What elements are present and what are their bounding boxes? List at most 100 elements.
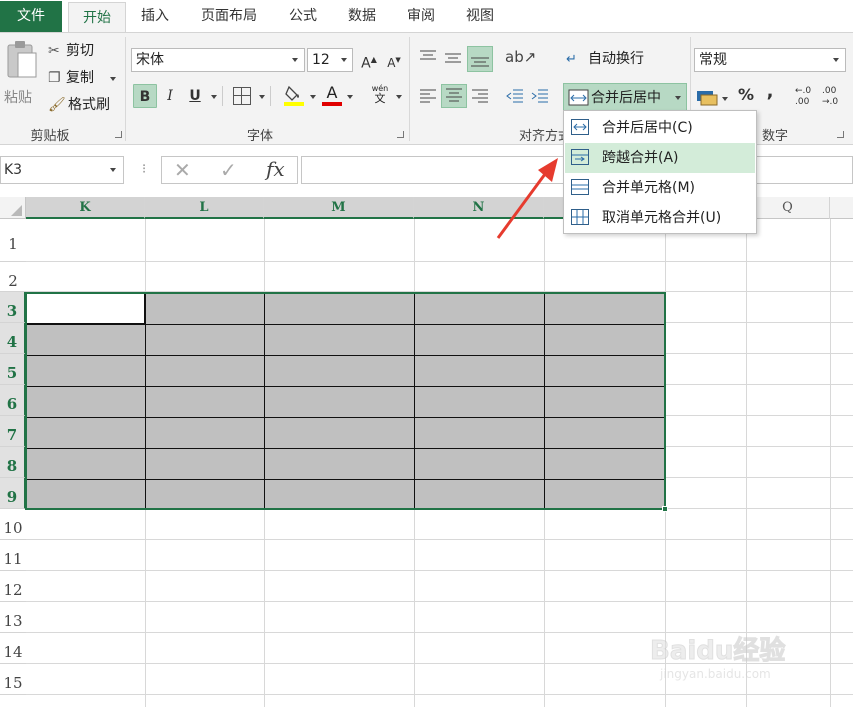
tab-insert[interactable]: 插入 xyxy=(130,1,180,32)
percent-button[interactable]: % xyxy=(736,85,756,109)
font-launcher-icon[interactable] xyxy=(397,131,404,138)
select-all-button[interactable] xyxy=(0,197,26,219)
decrease-indent-icon[interactable] xyxy=(505,86,525,106)
phonetic-button[interactable]: wén 文 xyxy=(369,84,391,110)
chevron-down-icon xyxy=(110,77,116,81)
selection-row-border xyxy=(27,417,664,418)
align-center-icon[interactable] xyxy=(441,84,467,108)
tab-data[interactable]: 数据 xyxy=(337,1,387,32)
selection-row-border xyxy=(27,355,664,356)
row-header-14[interactable]: 14 xyxy=(0,633,26,664)
row-header-15[interactable]: 15 xyxy=(0,664,26,695)
paste-button[interactable]: 粘贴 xyxy=(4,39,44,119)
ribbon-tab-bar: 文件 开始 插入 页面布局 公式 数据 审阅 视图 xyxy=(0,0,853,33)
scissors-icon: ✂ xyxy=(48,43,60,59)
chevron-down-icon[interactable] xyxy=(310,95,316,99)
active-cell[interactable] xyxy=(27,294,145,324)
brush-icon: 🖌 xyxy=(48,97,66,113)
chevron-down-icon xyxy=(675,96,681,100)
merge-center-button[interactable]: 合并后居中 xyxy=(563,83,687,111)
font-size-combo[interactable]: 12 xyxy=(307,48,353,72)
italic-button[interactable]: I xyxy=(158,84,182,108)
row-header-11[interactable]: 11 xyxy=(0,540,26,571)
chevron-down-icon[interactable] xyxy=(347,95,353,99)
decrease-decimal-button[interactable]: .00 →.0 xyxy=(822,86,846,112)
copy-icon: ❐ xyxy=(48,70,61,86)
selection-column-border xyxy=(544,294,545,508)
tab-home[interactable]: 开始 xyxy=(68,2,126,33)
tab-view[interactable]: 视图 xyxy=(455,1,505,32)
row-header-7[interactable]: 7 xyxy=(0,416,26,447)
clipboard-launcher-icon[interactable] xyxy=(115,131,122,138)
selection-row-border xyxy=(27,448,664,449)
menu-item-merge-center[interactable]: 合并后居中(C) xyxy=(565,113,755,143)
merge-dropdown-menu: 合并后居中(C) 跨越合并(A) 合并单元格(M) 取消单元格合并(U) xyxy=(563,110,757,234)
align-bottom-icon[interactable] xyxy=(467,46,493,72)
chevron-down-icon[interactable] xyxy=(722,97,728,101)
copy-button[interactable]: ❐ 复制 xyxy=(48,66,116,90)
paste-icon xyxy=(7,41,37,78)
chevron-down-icon xyxy=(341,58,347,62)
shrink-font-button[interactable]: A▼ xyxy=(382,48,406,72)
row-header-10[interactable]: 10 xyxy=(0,509,26,540)
column-header-l[interactable]: L xyxy=(145,197,264,219)
chevron-down-icon xyxy=(292,58,298,62)
cut-button[interactable]: ✂ 剪切 xyxy=(48,39,94,63)
insert-function-icon[interactable]: fx xyxy=(266,157,285,181)
column-header-k[interactable]: K xyxy=(26,197,145,219)
unmerge-cells-icon xyxy=(571,209,589,225)
name-box[interactable]: K3 xyxy=(0,156,124,184)
tab-review[interactable]: 审阅 xyxy=(396,1,446,32)
tab-page-layout[interactable]: 页面布局 xyxy=(190,1,268,32)
row-header-6[interactable]: 6 xyxy=(0,385,26,416)
row-header-8[interactable]: 8 xyxy=(0,447,26,478)
row-header-2[interactable]: 2 xyxy=(0,262,26,292)
underline-button[interactable]: U xyxy=(183,84,207,108)
cancel-icon[interactable]: ✕ xyxy=(174,158,191,182)
wrap-text-button[interactable]: ↵ 自动换行 xyxy=(566,48,686,70)
row-header-5[interactable]: 5 xyxy=(0,354,26,385)
selected-range[interactable] xyxy=(25,292,666,510)
enter-icon[interactable]: ✓ xyxy=(220,158,237,182)
row-header-4[interactable]: 4 xyxy=(0,323,26,354)
chevron-down-icon[interactable] xyxy=(259,95,265,99)
row-header-9[interactable]: 9 xyxy=(0,478,26,509)
row-header-12[interactable]: 12 xyxy=(0,571,26,602)
row-header-13[interactable]: 13 xyxy=(0,602,26,633)
tab-file[interactable]: 文件 xyxy=(0,1,62,32)
align-left-icon[interactable] xyxy=(418,86,438,106)
font-color-swatch xyxy=(322,102,342,106)
clipboard-group-label: 剪贴板 xyxy=(30,129,70,144)
align-right-icon[interactable] xyxy=(470,86,490,106)
selection-column-border xyxy=(145,294,146,508)
column-header-q[interactable]: Q xyxy=(746,197,830,219)
borders-icon[interactable] xyxy=(233,87,251,105)
chevron-down-icon[interactable] xyxy=(396,95,402,99)
fill-color-button[interactable] xyxy=(284,83,306,107)
number-format-value: 常规 xyxy=(699,52,727,68)
font-name-combo[interactable]: 宋体 xyxy=(131,48,305,72)
row-header-3[interactable]: 3 xyxy=(0,292,26,323)
comma-button[interactable]: , xyxy=(762,81,778,105)
number-format-combo[interactable]: 常规 xyxy=(694,48,846,72)
number-launcher-icon[interactable] xyxy=(837,131,844,138)
menu-item-merge-across[interactable]: 跨越合并(A) xyxy=(565,143,755,173)
menu-item-unmerge-cells[interactable]: 取消单元格合并(U) xyxy=(565,203,755,233)
align-top-icon[interactable] xyxy=(418,48,438,68)
increase-indent-icon[interactable] xyxy=(530,86,550,106)
fill-handle[interactable] xyxy=(662,506,668,512)
font-color-button[interactable]: A xyxy=(321,83,343,107)
format-painter-button[interactable]: 🖌 格式刷 xyxy=(48,93,110,117)
tab-formulas[interactable]: 公式 xyxy=(278,1,328,32)
currency-icon[interactable] xyxy=(696,87,718,107)
row-header-1[interactable]: 1 xyxy=(0,219,26,262)
column-header-m[interactable]: M xyxy=(264,197,414,219)
orientation-icon[interactable]: ab↗ xyxy=(505,48,537,68)
chevron-down-icon[interactable] xyxy=(211,95,217,99)
increase-decimal-button[interactable]: ←.0.00 xyxy=(795,86,817,112)
align-middle-icon[interactable] xyxy=(443,48,463,68)
selection-column-border xyxy=(414,294,415,508)
grow-font-button[interactable]: A▲ xyxy=(357,48,381,72)
bold-button[interactable]: B xyxy=(133,84,157,108)
menu-item-merge-cells[interactable]: 合并单元格(M) xyxy=(565,173,755,203)
